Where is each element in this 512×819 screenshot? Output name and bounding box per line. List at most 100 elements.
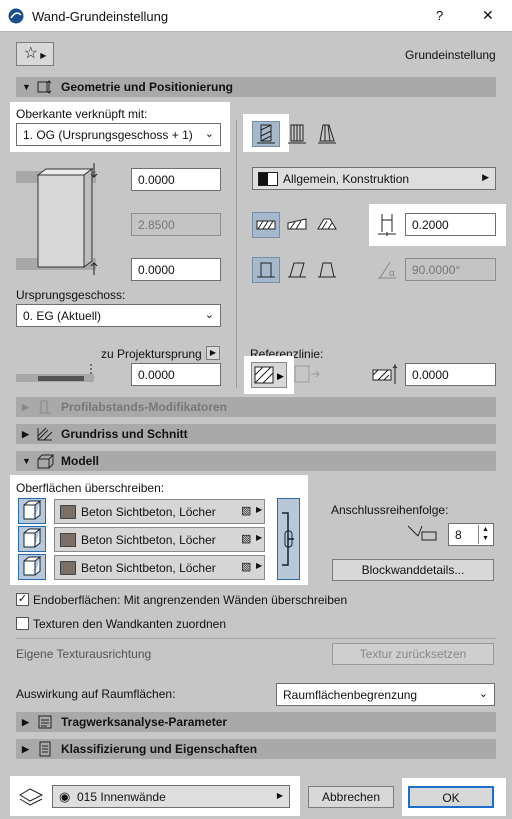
- help-button[interactable]: ?: [436, 8, 443, 23]
- chevron-down-icon: ⌄: [204, 128, 214, 140]
- override-edge-button[interactable]: [18, 526, 46, 552]
- section-floorplan-label: Grundriss und Schnitt: [61, 427, 188, 441]
- surface-swatch: [60, 561, 76, 575]
- wall-thickness-icon: [378, 214, 396, 236]
- layer-select[interactable]: ◉ 015 Innenwände ▶: [52, 785, 290, 808]
- surface-value-2: Beton Sichtbeton, Löcher: [81, 533, 216, 547]
- reference-offset-field[interactable]: 0.0000: [405, 363, 496, 386]
- wall-face-right-icon: [23, 556, 42, 576]
- reset-texture-button[interactable]: Textur zurücksetzen: [332, 643, 494, 665]
- override-reference-side-button[interactable]: [18, 498, 46, 524]
- profile-structure-icon: [317, 218, 337, 230]
- section-geometry[interactable]: ▼ Geometrie und Positionierung: [16, 77, 496, 97]
- connection-order-value: 8: [455, 528, 462, 542]
- cancel-button[interactable]: Abbrechen: [308, 786, 394, 808]
- section-model[interactable]: ▼ Modell: [16, 451, 496, 471]
- zone-effect-label: Auswirkung auf Raumflächen:: [16, 687, 176, 701]
- trapezoid-wall-icon: [318, 124, 336, 144]
- top-link-label: Oberkante verknüpft mit:: [16, 107, 148, 121]
- svg-text:α: α: [389, 268, 395, 279]
- layer-value: 015 Innenwände: [77, 790, 166, 804]
- surface-override-label: Oberflächen überschreiben:: [16, 481, 165, 495]
- basic-structure-button[interactable]: [252, 212, 280, 238]
- top-offset-field[interactable]: 0.0000: [131, 168, 221, 191]
- building-material-select[interactable]: Allgemein, Konstruktion ▶: [252, 167, 496, 190]
- block-wall-details-button[interactable]: Blockwanddetails...: [332, 559, 494, 581]
- section-classification-label: Klassifizierung und Eigenschaften: [61, 742, 258, 756]
- surface-select-1[interactable]: Beton Sichtbeton, Löcher ▧ ▶: [54, 499, 265, 524]
- slant-angle-field[interactable]: 90.0000°: [405, 258, 496, 281]
- straight-wall-button[interactable]: [252, 121, 280, 147]
- image-icon: ▧: [241, 505, 252, 517]
- section-profile-label: Profilabstands-Modifikatoren: [61, 400, 228, 414]
- project-zero-field[interactable]: 0.0000: [131, 363, 221, 386]
- double-slant-button[interactable]: [313, 257, 341, 283]
- reference-offset-icon: [372, 364, 398, 384]
- slanted-angle-button[interactable]: [283, 257, 311, 283]
- top-link-select[interactable]: 1. OG (Ursprungsgeschoss + 1) ⌄: [16, 123, 221, 146]
- top-link-value: 1. OG (Ursprungsgeschoss + 1): [23, 128, 193, 142]
- vertical-wall-button[interactable]: [252, 257, 280, 283]
- section-structural[interactable]: ▶ Tragwerksanalyse-Parameter: [16, 712, 496, 732]
- override-opposite-side-button[interactable]: [18, 554, 46, 580]
- stepper-arrows-icon[interactable]: ▲ ▼: [478, 525, 492, 544]
- section-floorplan[interactable]: ▶ Grundriss und Schnitt: [16, 424, 496, 444]
- trapezoid-wall-button[interactable]: [313, 121, 341, 147]
- reference-flip-icon[interactable]: [293, 362, 323, 386]
- ok-button[interactable]: OK: [408, 786, 494, 808]
- expanded-arrow-icon: ▼: [22, 456, 31, 466]
- end-surfaces-label: Endoberflächen: Mit angrenzenden Wänden …: [33, 593, 348, 607]
- custom-texture-label: Eigene Texturausrichtung: [16, 647, 152, 661]
- section-model-label: Modell: [61, 454, 99, 468]
- vertical-wall-icon: [257, 262, 275, 278]
- submenu-arrow-icon: ▶: [256, 505, 263, 514]
- composite-structure-button[interactable]: [283, 212, 311, 238]
- project-zero-label: zu Projektursprung: [101, 347, 202, 361]
- chain-surfaces-button[interactable]: [277, 498, 300, 580]
- submenu-arrow-icon: ▶: [276, 791, 283, 800]
- reference-line-icon: ▶: [254, 366, 284, 384]
- surface-swatch: [60, 533, 76, 547]
- favorites-button[interactable]: ☆ ▶: [16, 42, 54, 66]
- textures-checkbox[interactable]: [16, 617, 29, 630]
- divider: [16, 638, 496, 639]
- surface-value-3: Beton Sichtbeton, Löcher: [81, 561, 216, 575]
- textures-label: Texturen den Wandkanten zuordnen: [33, 617, 227, 631]
- project-zero-menu-button[interactable]: ▶: [206, 346, 220, 360]
- composite-structure-icon: [287, 218, 307, 230]
- wall-height-diagram-icon: [16, 163, 98, 275]
- slanted-wall-button[interactable]: [283, 121, 311, 147]
- svg-text:▶: ▶: [277, 371, 284, 381]
- surface-select-3[interactable]: Beton Sichtbeton, Löcher ▧ ▶: [54, 555, 265, 580]
- submenu-arrow-icon: ▶: [482, 172, 489, 182]
- wall-height-field[interactable]: 2.8500: [131, 213, 221, 236]
- column-divider: [236, 120, 237, 388]
- slanted-wall-icon: [288, 124, 306, 144]
- slanted-angle-icon: [288, 262, 306, 278]
- connection-order-field[interactable]: 8 ▲ ▼: [448, 523, 494, 546]
- building-material-value: Allgemein, Konstruktion: [283, 172, 410, 186]
- close-button[interactable]: ✕: [482, 7, 494, 24]
- wall-thickness-field[interactable]: 0.2000: [405, 213, 496, 236]
- section-structural-label: Tragwerksanalyse-Parameter: [61, 715, 228, 729]
- favorites-label: Grundeinstellung: [405, 48, 496, 62]
- wall-face-left-icon: [23, 500, 42, 520]
- surface-swatch: [60, 505, 76, 519]
- connection-order-icon: [407, 525, 437, 541]
- zone-effect-select[interactable]: Raumflächenbegrenzung ⌄: [276, 683, 495, 706]
- profile-modifier-icon: [39, 400, 51, 414]
- surface-value-1: Beton Sichtbeton, Löcher: [81, 505, 216, 519]
- bottom-offset-field[interactable]: 0.0000: [131, 258, 221, 281]
- profile-structure-button[interactable]: [313, 212, 341, 238]
- end-surfaces-checkbox[interactable]: ✓: [16, 593, 29, 606]
- surface-select-2[interactable]: Beton Sichtbeton, Löcher ▧ ▶: [54, 527, 265, 552]
- section-classification[interactable]: ▶ Klassifizierung und Eigenschaften: [16, 739, 496, 759]
- title-bar: Wand-Grundeinstellung ? ✕: [0, 0, 512, 32]
- section-geometry-label: Geometrie und Positionierung: [61, 80, 234, 94]
- star-icon: ☆: [23, 45, 38, 62]
- home-story-select[interactable]: 0. EG (Aktuell) ⌄: [16, 304, 221, 327]
- wall-face-edge-icon: [23, 528, 42, 548]
- section-profile-modifiers[interactable]: ▶ Profilabstands-Modifikatoren: [16, 397, 496, 417]
- submenu-arrow-icon: ▶: [256, 533, 263, 542]
- reference-line-button[interactable]: ▶: [251, 362, 287, 388]
